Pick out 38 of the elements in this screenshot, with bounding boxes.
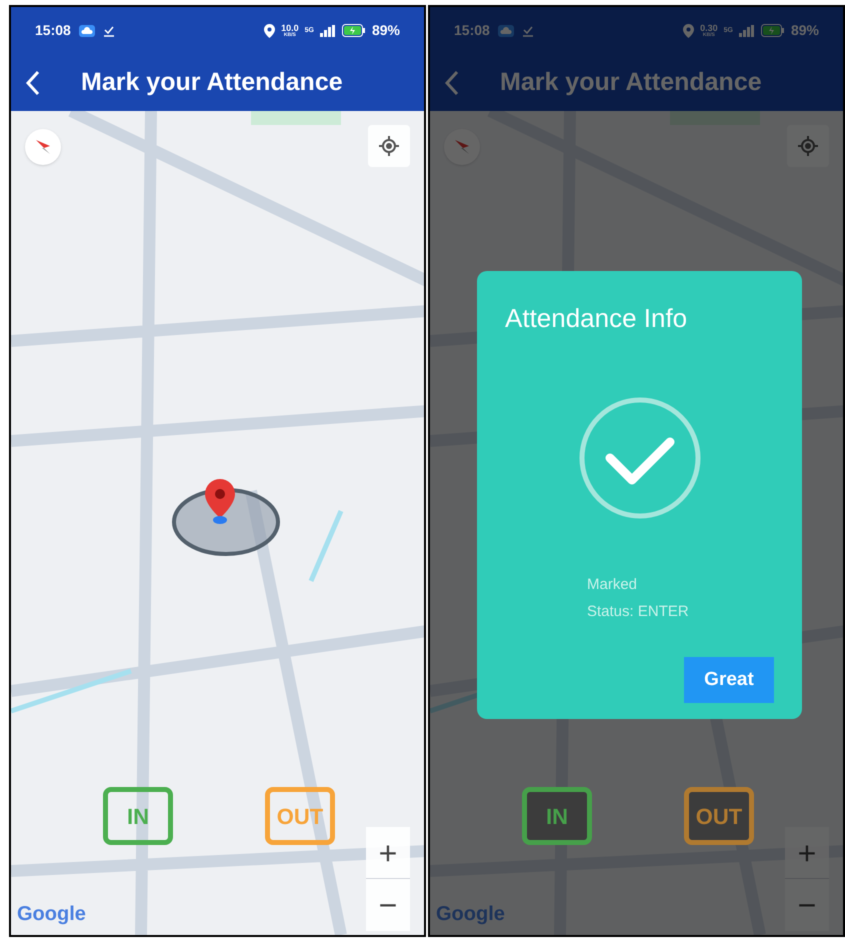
status-time: 15:08 [35,21,71,40]
back-icon[interactable] [25,70,41,96]
battery-percent: 89% [790,21,819,40]
screen-title: Mark your Attendance [500,66,762,98]
zoom-out-button[interactable]: − [785,879,829,931]
my-location-button[interactable] [368,125,410,167]
dialog-title: Attendance Info [505,302,688,335]
dialog-message: Marked [587,575,638,595]
status-time: 15:08 [454,21,490,40]
dialog-status: Status: ENTER [587,602,690,622]
battery-charging-icon [760,24,785,37]
signal-icon [738,24,755,36]
battery-charging-icon [342,24,366,37]
network-speed: 0.30 [700,24,718,32]
cloud-icon [78,24,95,36]
location-icon [683,24,694,38]
screen-title: Mark your Attendance [81,66,343,98]
attendance-button[interactable]: IN [103,787,173,845]
target-icon [378,135,400,157]
check-circle-icon [578,396,702,520]
great-button[interactable]: Great [684,657,774,703]
location-icon [264,24,276,38]
signal-icon [320,24,336,36]
map-pin-icon [203,479,237,525]
target-icon [797,135,819,157]
map-attribution: Google [436,902,505,927]
zoom-in-button[interactable]: + [785,827,829,879]
zoom-out-button[interactable]: − [366,879,410,931]
download-done-icon [102,24,115,36]
map-attribution: Google [17,902,86,927]
download-done-icon [522,24,534,36]
battery-percent: 89% [372,21,400,40]
attendance-button[interactable]: IN [522,787,592,845]
network-speed: 10.0 [281,24,299,32]
zoom-in-button[interactable]: + [366,827,410,879]
attendance-button[interactable]: OUT [265,787,335,845]
attendance-button[interactable]: OUT [684,787,754,845]
cloud-icon [498,24,514,36]
